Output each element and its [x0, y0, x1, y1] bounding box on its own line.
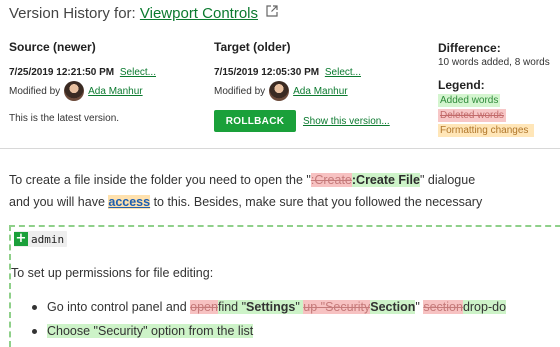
source-modified-row: Modified by Ada Manhur: [9, 81, 143, 101]
text-run: To create a file inside the folder you n…: [9, 173, 311, 187]
source-modified-label: Modified by: [9, 85, 61, 97]
target-date-row: 7/15/2019 12:05:30 PM Select...: [214, 67, 361, 78]
show-version-link[interactable]: Show this version...: [303, 116, 390, 127]
content-paragraph-1: To create a file inside the folder you n…: [9, 173, 475, 187]
target-select-link[interactable]: Select...: [325, 67, 361, 78]
page-header: Version History for: Viewport Controls: [9, 4, 278, 22]
external-link-icon[interactable]: [266, 4, 278, 21]
added-word: :Create: [351, 173, 395, 187]
added-word: Settings: [246, 300, 296, 314]
source-select-link[interactable]: Select...: [120, 67, 156, 78]
admin-macro: + admin: [14, 231, 68, 247]
deleted-word: up "Security: [303, 300, 371, 314]
text-run: Go into control panel and: [47, 300, 191, 314]
target-user-link[interactable]: Ada Manhur: [293, 86, 347, 97]
rollback-button[interactable]: ROLLBACK: [214, 110, 296, 132]
deleted-word: open: [190, 300, 218, 314]
legend-formatting: Formatting changes: [438, 124, 534, 137]
added-word: find ": [217, 300, 247, 314]
avatar: [269, 81, 290, 101]
source-user-link[interactable]: Ada Manhur: [88, 86, 142, 97]
source-heading: Source (newer): [9, 40, 96, 54]
content-paragraph-2: and you will have access to this. Beside…: [9, 195, 482, 209]
header-prefix: Version History for:: [9, 5, 136, 22]
legend-heading: Legend:: [438, 78, 485, 92]
deleted-word: section: [423, 300, 463, 314]
bullet-icon: [32, 329, 37, 335]
added-word: File: [394, 173, 420, 187]
deleted-word: :Create: [310, 173, 352, 187]
added-word: drop-do: [462, 300, 507, 314]
permissions-text: To set up permissions for file editing:: [11, 266, 214, 280]
admin-label: admin: [31, 232, 65, 246]
divider: [0, 148, 560, 149]
target-heading: Target (older): [214, 40, 291, 54]
legend-added: Added words: [438, 94, 501, 107]
text-run: and you will have: [9, 195, 109, 209]
list-item: Go into control panel and openfind "Sett…: [32, 300, 507, 314]
avatar: [64, 81, 85, 101]
plus-icon: +: [14, 231, 28, 246]
source-date: 7/25/2019 12:21:50 PM: [9, 67, 115, 78]
difference-summary: 10 words added, 8 words: [438, 57, 550, 68]
added-word: Section: [370, 300, 416, 314]
source-date-row: 7/25/2019 12:21:50 PM Select...: [9, 67, 156, 78]
latest-version-note: This is the latest version.: [9, 113, 120, 124]
page-title-link[interactable]: Viewport Controls: [140, 5, 258, 22]
legend-deleted: Deleted words: [438, 109, 506, 122]
bullet-icon: [32, 305, 37, 311]
text-run: " dialogue: [419, 173, 476, 187]
target-modified-row: Modified by Ada Manhur: [214, 81, 348, 101]
formatted-link[interactable]: access: [108, 195, 151, 209]
difference-heading: Difference:: [438, 41, 501, 55]
text-run: to this. Besides, make sure that you fol…: [150, 195, 483, 209]
target-date: 7/15/2019 12:05:30 PM: [214, 67, 320, 78]
target-modified-label: Modified by: [214, 85, 266, 97]
